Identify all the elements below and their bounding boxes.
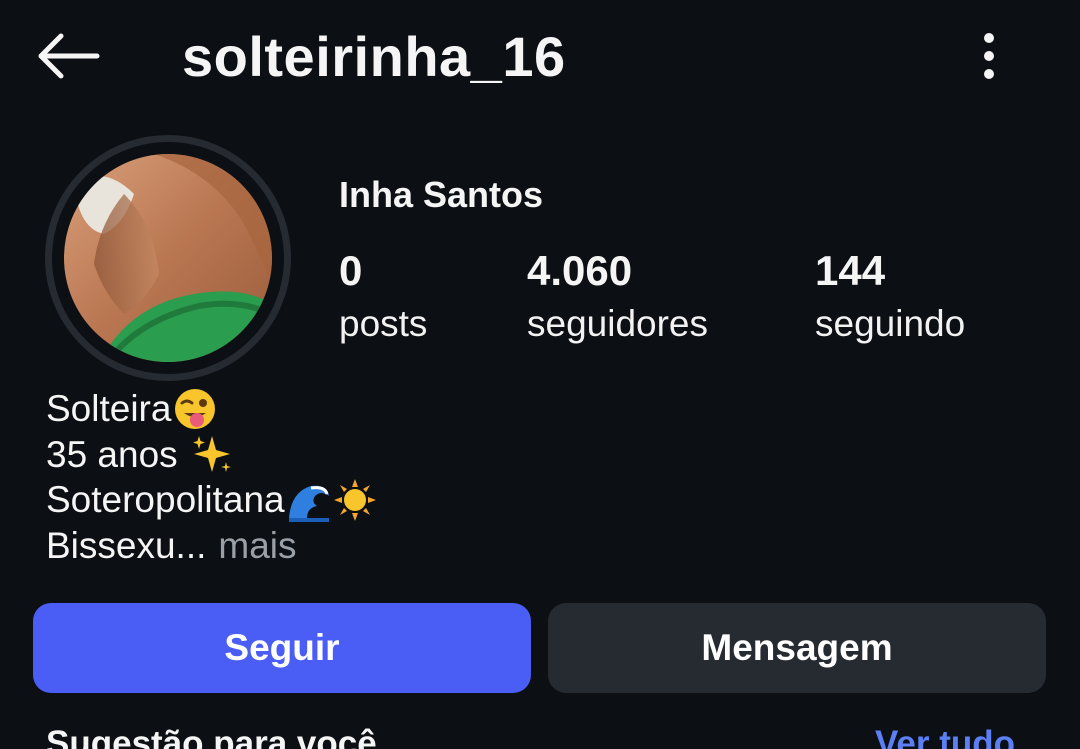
suggestions-title: Sugestão para você bbox=[46, 724, 377, 749]
profile-page: solteirinha_16 Inha Santos 0 posts 4.060… bbox=[0, 0, 1080, 749]
followers-label: seguidores bbox=[527, 303, 709, 344]
more-vertical-icon bbox=[984, 33, 994, 79]
arrow-left-icon bbox=[38, 33, 100, 79]
followers-stat[interactable]: 4.060 seguidores bbox=[527, 248, 708, 352]
following-stat[interactable]: 144 seguindo bbox=[815, 248, 965, 352]
bio-text: Bissexu... bbox=[46, 524, 207, 566]
sun-emoji bbox=[333, 478, 376, 521]
posts-label: posts bbox=[339, 303, 428, 344]
bio-line: Solteira bbox=[46, 386, 377, 432]
wave-emoji bbox=[288, 485, 329, 522]
posts-count: 0 bbox=[339, 247, 363, 294]
more-options-button[interactable] bbox=[964, 28, 1014, 84]
profile-photo bbox=[64, 154, 272, 362]
followers-count: 4.060 bbox=[527, 247, 633, 294]
bio-text: 35 anos bbox=[46, 433, 188, 475]
sparkles-emoji bbox=[192, 436, 231, 473]
bio-more-link[interactable]: mais bbox=[218, 523, 296, 569]
following-count: 144 bbox=[815, 247, 886, 294]
bio-text: Solteira bbox=[46, 388, 172, 429]
bio-line: 35 anos bbox=[46, 432, 377, 478]
bio-text: Soteropolitana bbox=[46, 479, 285, 520]
winking-face-tongue-emoji bbox=[175, 388, 216, 429]
bio-line: Bissexu... mais bbox=[46, 523, 377, 569]
profile-username: solteirinha_16 bbox=[182, 25, 566, 88]
bio-line: Soteropolitana bbox=[46, 477, 377, 523]
profile-bio: Solteira 35 anos Soteropolitana Bissexu.… bbox=[46, 386, 377, 568]
back-button[interactable] bbox=[30, 28, 106, 84]
profile-display-name: Inha Santos bbox=[339, 174, 544, 215]
follow-button[interactable]: Seguir bbox=[33, 603, 531, 693]
avatar[interactable] bbox=[45, 135, 291, 381]
see-all-link[interactable]: Ver tudo bbox=[875, 722, 1015, 749]
message-button[interactable]: Mensagem bbox=[548, 603, 1046, 693]
following-label: seguindo bbox=[815, 303, 966, 344]
posts-stat[interactable]: 0 posts bbox=[339, 248, 427, 352]
